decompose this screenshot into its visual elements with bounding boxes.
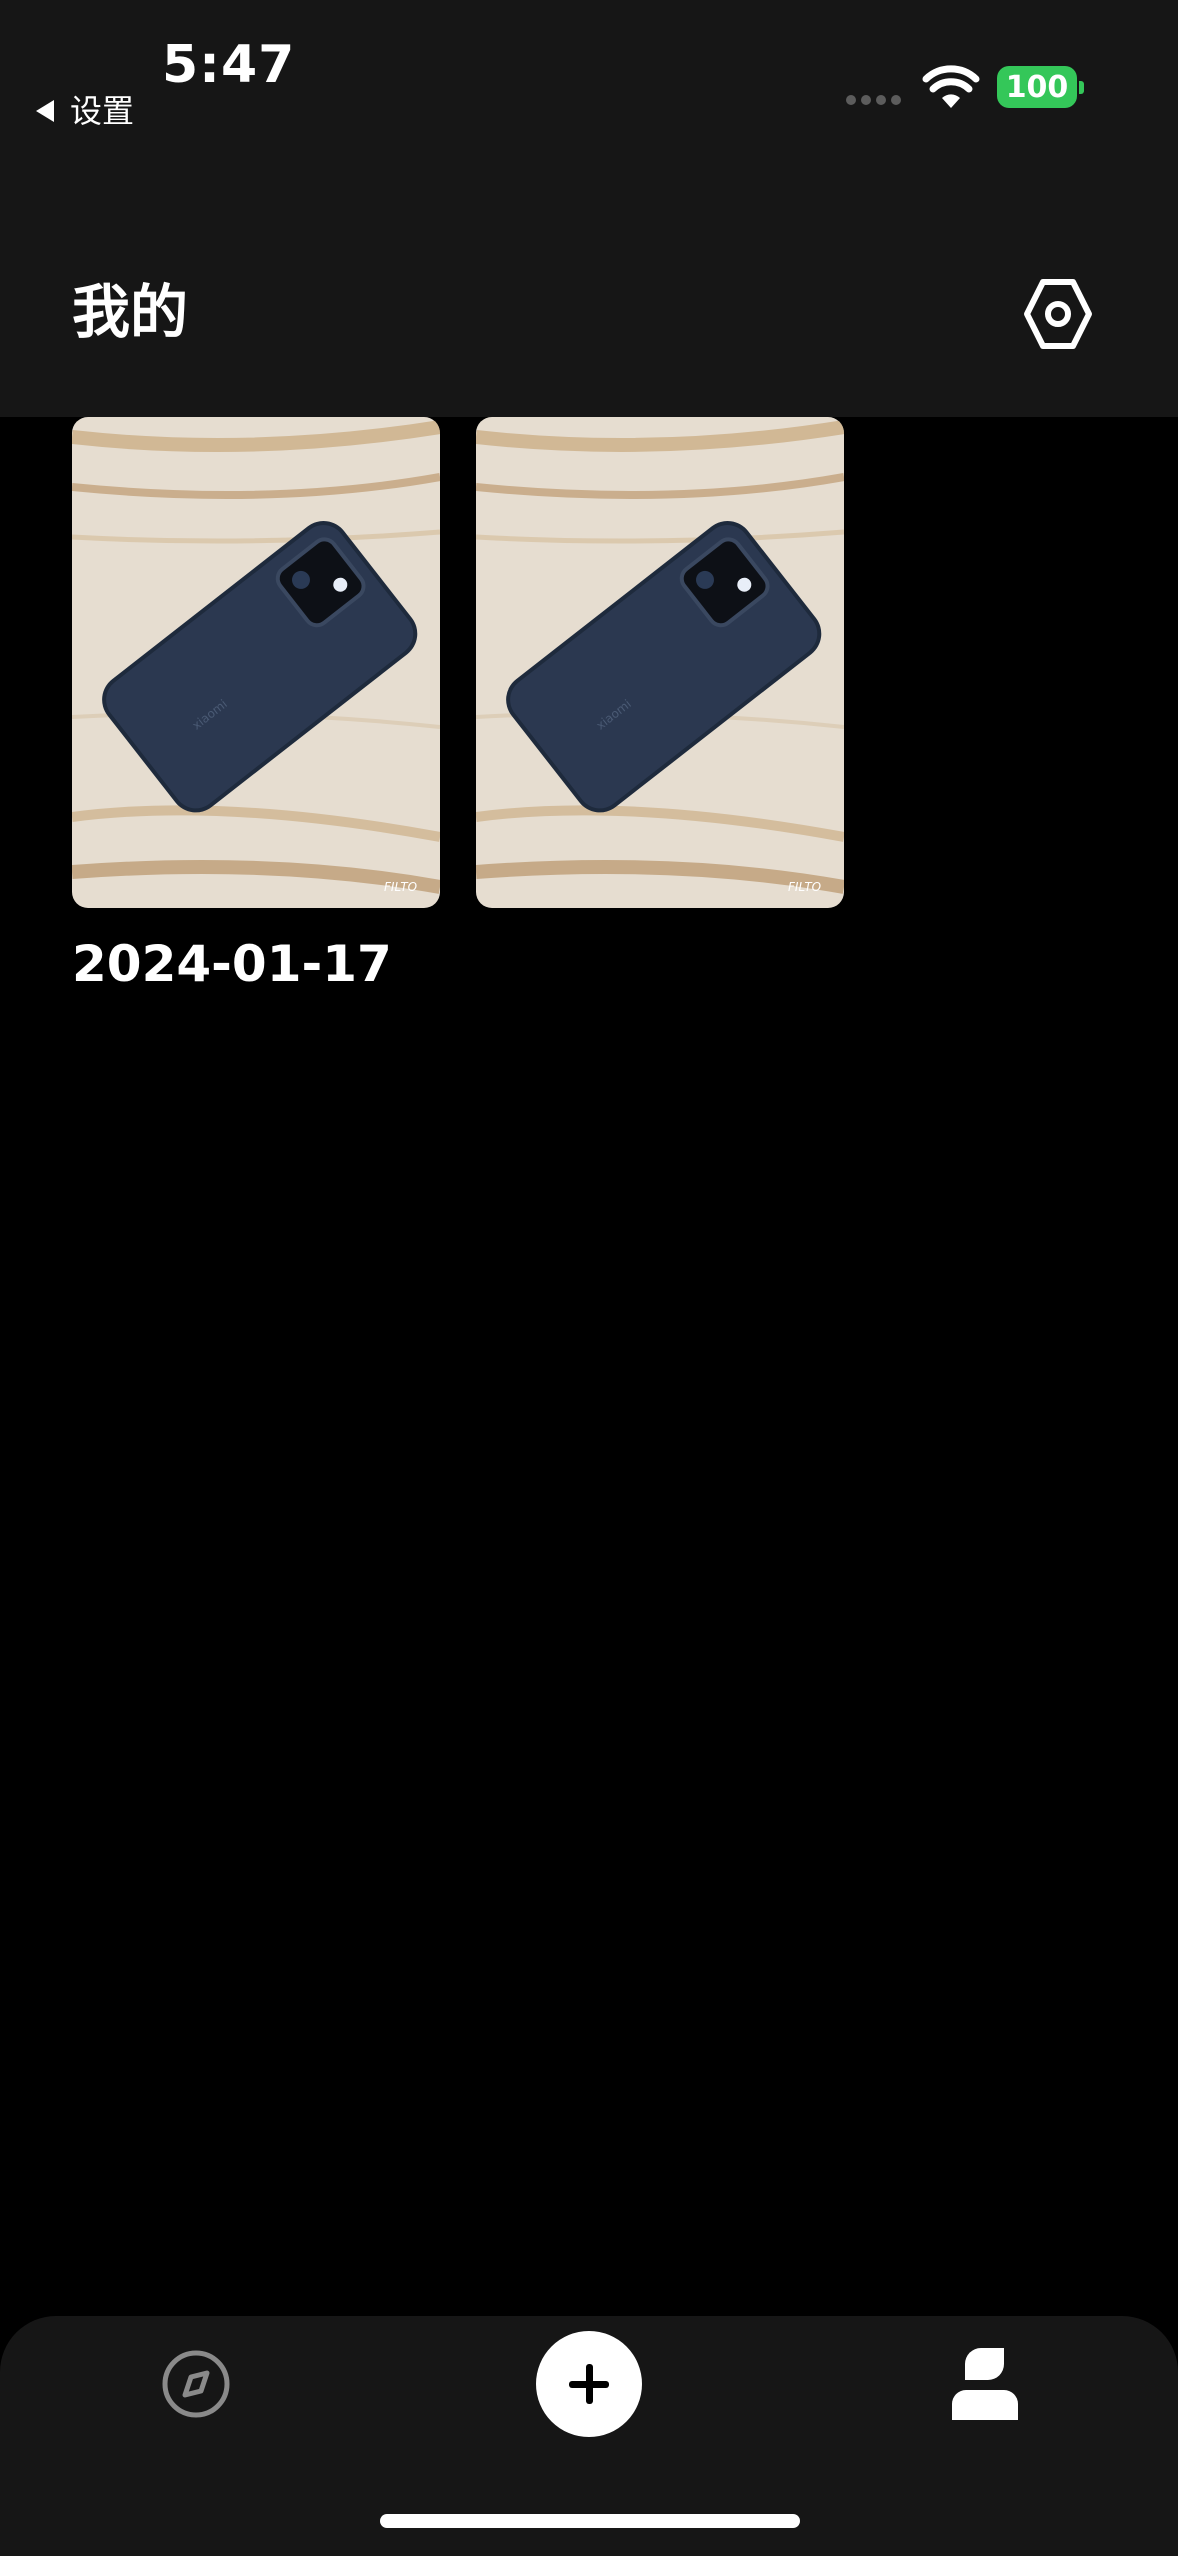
- status-time: 5:47: [162, 35, 296, 95]
- back-label: 设置: [70, 92, 135, 130]
- photo-thumbnail[interactable]: xiaomi FILTO: [72, 417, 440, 908]
- phone-photo-image: xiaomi FILTO: [72, 417, 440, 908]
- battery-cap: [1079, 81, 1084, 94]
- battery-indicator: 100: [997, 66, 1077, 108]
- filto-watermark: FILTO: [788, 880, 821, 894]
- page-title: 我的: [72, 278, 189, 346]
- back-arrow-icon: [36, 100, 54, 122]
- cellular-signal-icon: [846, 95, 901, 105]
- wifi-icon: [922, 65, 980, 108]
- settings-hexagon-icon[interactable]: [1020, 276, 1096, 352]
- compass-icon[interactable]: [160, 2348, 232, 2420]
- phone-photo-image: xiaomi FILTO: [476, 417, 844, 908]
- plus-icon: [569, 2364, 609, 2404]
- filto-watermark: FILTO: [384, 880, 417, 894]
- back-to-settings-link[interactable]: 设置: [36, 88, 134, 134]
- home-indicator: [380, 2514, 800, 2528]
- add-photo-button[interactable]: [536, 2331, 642, 2437]
- photo-thumbnail[interactable]: xiaomi FILTO: [476, 417, 844, 908]
- person-icon[interactable]: [950, 2348, 1020, 2420]
- date-group-label: 2024-01-17: [72, 935, 392, 993]
